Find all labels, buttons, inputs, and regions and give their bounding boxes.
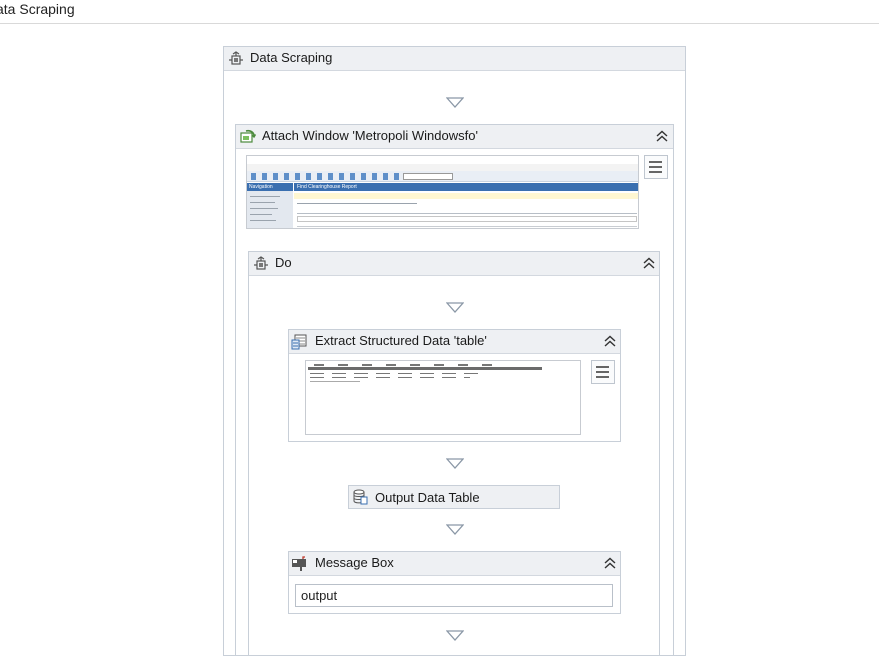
thumb-table-row <box>310 381 360 382</box>
drop-target-arrow-icon[interactable] <box>446 630 464 642</box>
thumb-info-bar <box>294 193 638 199</box>
hamburger-menu-icon <box>649 166 662 168</box>
double-chevron-up-icon[interactable] <box>603 557 617 569</box>
extract-data-icon <box>291 334 307 350</box>
table-preview-thumbnail <box>305 360 581 435</box>
thumb-line <box>297 226 637 227</box>
thumb-line <box>297 213 637 214</box>
drop-target-arrow-icon[interactable] <box>446 302 464 314</box>
thumb-table-row <box>310 377 470 378</box>
thumb-nav-line <box>250 208 278 209</box>
message-box-icon <box>292 556 306 571</box>
drop-target-arrow-icon[interactable] <box>446 97 464 109</box>
hamburger-menu-icon <box>649 171 662 173</box>
sequence-title: Data Scraping <box>250 50 333 65</box>
extract-header[interactable]: Extract Structured Data 'table' <box>289 330 620 354</box>
thumb-table-row <box>310 373 480 374</box>
database-icon <box>353 489 368 505</box>
thumb-dropdown <box>403 173 453 180</box>
thumb-report-header: Find Clearinghouse Report <box>294 183 638 191</box>
sequence-icon <box>254 256 268 270</box>
attach-window-menu-button[interactable] <box>644 155 668 179</box>
do-header[interactable]: Do <box>249 252 659 276</box>
attach-window-header[interactable]: Attach Window 'Metropoli Windowsfo' <box>236 125 673 149</box>
thumb-search-row <box>297 216 637 222</box>
attach-window-icon <box>240 129 256 143</box>
message-box-header[interactable]: Message Box <box>289 552 620 576</box>
hamburger-menu-icon <box>596 371 609 373</box>
thumb-nav-line <box>250 220 276 221</box>
drop-target-arrow-icon[interactable] <box>446 458 464 470</box>
thumb-nav-header: Navigation <box>247 183 293 191</box>
drop-target-arrow-icon[interactable] <box>446 524 464 536</box>
double-chevron-up-icon[interactable] <box>603 335 617 347</box>
sequence-header[interactable]: Data Scraping <box>224 47 685 71</box>
attach-window-title: Attach Window 'Metropoli Windowsfo' <box>262 128 478 143</box>
window-screenshot-thumbnail: Navigation Find Clearinghouse Report <box>246 155 639 229</box>
message-box-title: Message Box <box>315 555 394 570</box>
output-data-table-title: Output Data Table <box>375 490 480 505</box>
thumb-line <box>297 203 417 204</box>
double-chevron-up-icon[interactable] <box>655 130 669 142</box>
breadcrumb: ata Scraping <box>0 1 75 17</box>
thumb-nav-line <box>250 202 275 203</box>
thumb-table-selected-row <box>308 367 542 370</box>
thumb-table-header <box>314 364 504 366</box>
sequence-icon <box>229 51 243 65</box>
extract-menu-button[interactable] <box>591 360 615 384</box>
hamburger-menu-icon <box>596 376 609 378</box>
double-chevron-up-icon[interactable] <box>642 257 656 269</box>
message-box-text-input[interactable] <box>295 584 613 607</box>
thumb-titlebar <box>247 156 638 164</box>
output-data-table-activity[interactable]: Output Data Table <box>348 485 560 509</box>
thumb-nav-line <box>250 214 272 215</box>
thumb-menubar <box>247 164 638 171</box>
hamburger-menu-icon <box>649 161 662 163</box>
thumb-toolbar-dots <box>251 173 401 180</box>
do-title: Do <box>275 255 292 270</box>
thumb-nav-line <box>250 196 280 197</box>
breadcrumb-divider <box>0 23 879 24</box>
hamburger-menu-icon <box>596 366 609 368</box>
extract-title: Extract Structured Data 'table' <box>315 333 487 348</box>
